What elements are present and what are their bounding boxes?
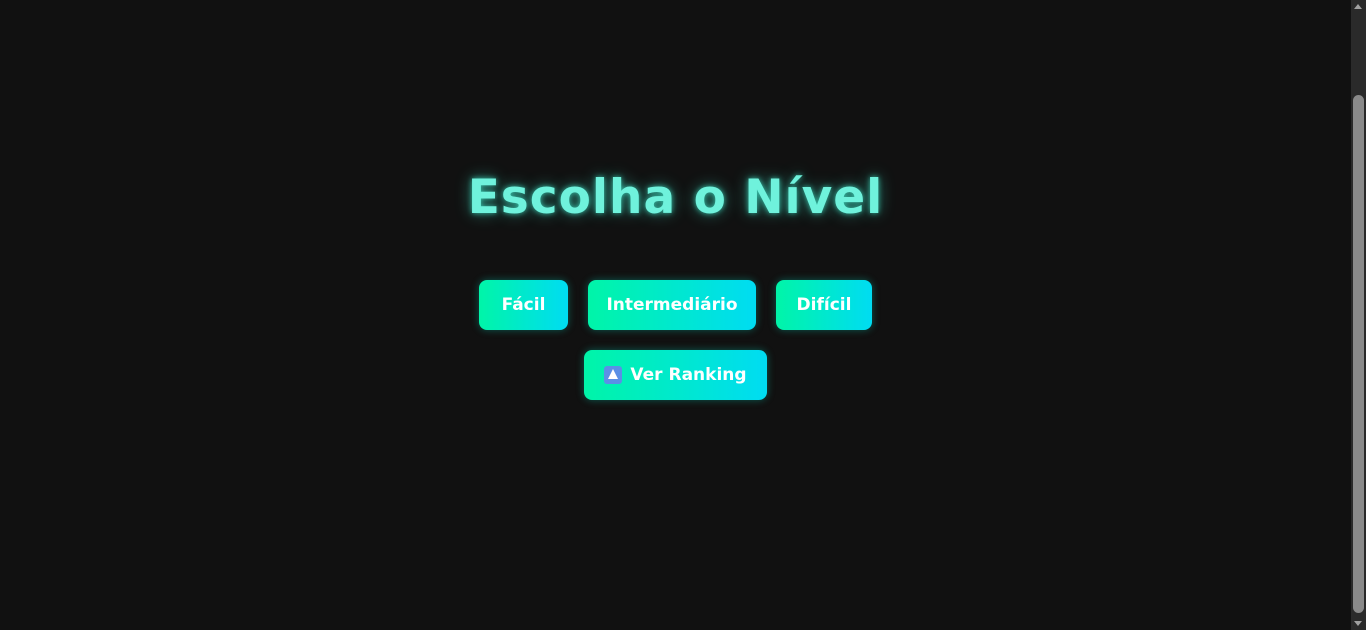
up-triangle-icon — [604, 366, 623, 384]
view-ranking-button[interactable]: Ver Ranking — [584, 350, 767, 400]
view-ranking-label: Ver Ranking — [630, 365, 747, 385]
level-intermediate-label: Intermediário — [606, 295, 738, 315]
level-hard-label: Difícil — [796, 295, 852, 315]
level-hard-button[interactable]: Difícil — [776, 280, 872, 330]
scroll-down-icon[interactable] — [1354, 621, 1362, 626]
scrollbar-thumb[interactable] — [1353, 95, 1364, 613]
scroll-up-icon[interactable] — [1354, 4, 1362, 9]
level-intermediate-button[interactable]: Intermediário — [588, 280, 756, 330]
game-menu-screen: Escolha o Nível Fácil Intermediário Difí… — [0, 0, 1366, 630]
page-title: Escolha o Nível — [467, 170, 884, 225]
vertical-scrollbar[interactable] — [1351, 0, 1366, 630]
level-easy-button[interactable]: Fácil — [479, 280, 568, 330]
level-easy-label: Fácil — [501, 295, 546, 315]
